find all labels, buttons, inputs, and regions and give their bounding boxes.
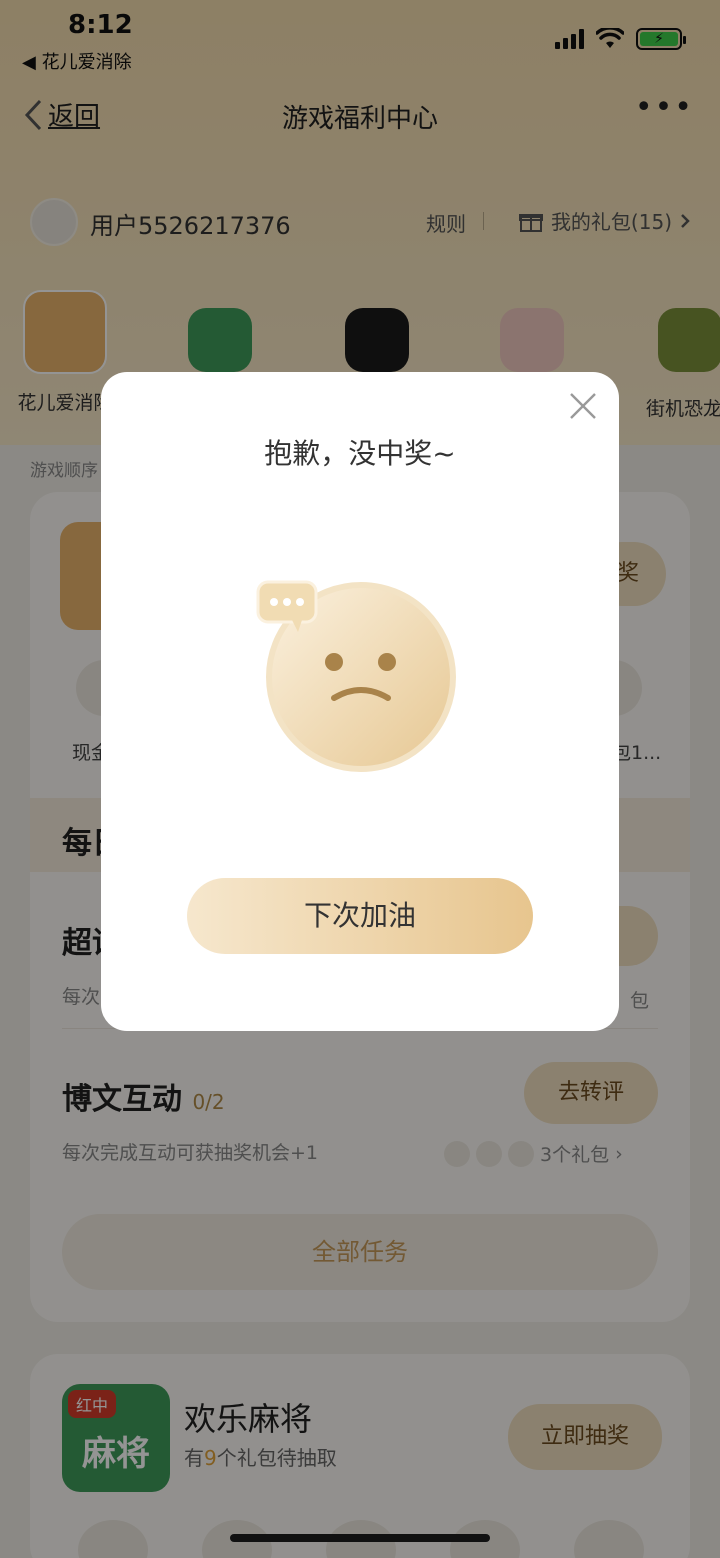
home-indicator xyxy=(230,1534,490,1542)
try-again-button[interactable]: 下次加油 xyxy=(187,878,533,954)
sad-face-icon xyxy=(256,580,456,772)
result-dialog: 抱歉，没中奖~ 下次加油 xyxy=(101,372,619,1031)
dialog-title: 抱歉，没中奖~ xyxy=(264,437,456,470)
close-icon[interactable] xyxy=(567,390,599,422)
